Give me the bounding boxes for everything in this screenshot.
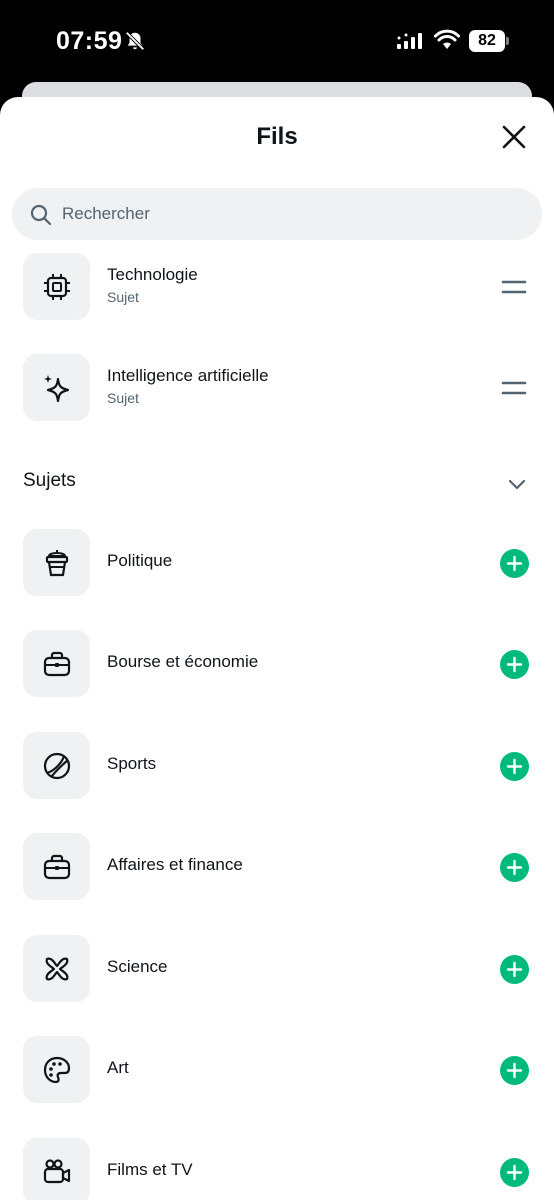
battery-tip [506, 37, 509, 45]
topic-label: Science [107, 957, 168, 976]
add-topic-button[interactable] [500, 752, 529, 781]
topic-label: Bourse et économie [107, 652, 259, 671]
sparkle-icon [44, 375, 70, 403]
add-topic-button[interactable] [500, 549, 529, 578]
podium-icon [45, 550, 69, 577]
add-icon [506, 859, 523, 876]
topic-item-politique[interactable]: Politique [0, 529, 554, 597]
topic-tile [23, 1036, 90, 1103]
add-icon [506, 1062, 523, 1079]
topic-label: Intelligence artificielle [107, 366, 269, 385]
add-icon [506, 961, 523, 978]
add-icon [506, 555, 523, 572]
topic-tile [23, 630, 90, 697]
topic-subtitle: Sujet [107, 289, 139, 305]
battery-level: 82 [469, 30, 505, 52]
add-icon [506, 1164, 523, 1181]
tennis-ball-icon [43, 752, 71, 780]
chip-icon [44, 274, 70, 300]
add-icon [506, 758, 523, 775]
palette-icon [43, 1056, 71, 1084]
topic-tile [23, 354, 90, 421]
topic-item-art[interactable]: Art [0, 1036, 554, 1104]
topic-label: Films et TV [107, 1160, 193, 1179]
signal-icon [397, 33, 422, 49]
close-icon[interactable] [498, 121, 530, 153]
topic-subtitle: Sujet [107, 390, 139, 406]
topic-tile [23, 935, 90, 1002]
add-icon [506, 656, 523, 673]
sheet-title: Fils [256, 123, 298, 150]
topic-tile [23, 833, 90, 900]
topic-item-bourse-et-economie[interactable]: Bourse et économie [0, 630, 554, 698]
topic-label: Politique [107, 551, 173, 570]
topic-tile [23, 732, 90, 799]
drag-handle-icon[interactable] [501, 279, 527, 295]
battery-indicator: 82 [469, 30, 509, 52]
topic-item-affaires-et-finance[interactable]: Affaires et finance [0, 833, 554, 901]
topic-item-films-et-tv[interactable]: Films et TV [0, 1138, 554, 1200]
briefcase-icon [43, 854, 71, 880]
topic-tile [23, 1138, 90, 1200]
feeds-sheet: Fils Technologie Su [0, 97, 554, 1200]
topic-label: Sports [107, 754, 157, 773]
add-topic-button[interactable] [500, 1056, 529, 1085]
search-input[interactable] [62, 188, 522, 240]
pinned-item-technologie[interactable]: Technologie Sujet [0, 253, 554, 321]
drag-handle-icon[interactable] [501, 380, 527, 396]
add-topic-button[interactable] [500, 1158, 529, 1187]
search-bar[interactable] [12, 188, 542, 240]
topic-label: Technologie [107, 265, 198, 284]
topic-label: Art [107, 1058, 129, 1077]
topic-item-sports[interactable]: Sports [0, 732, 554, 800]
add-topic-button[interactable] [500, 955, 529, 984]
topic-label: Affaires et finance [107, 855, 243, 874]
topic-tile [23, 253, 90, 320]
wifi-icon [434, 29, 460, 49]
section-title: Sujets [23, 470, 76, 491]
bell-muted-icon [125, 31, 145, 51]
search-icon [30, 204, 52, 226]
topic-item-science[interactable]: Science [0, 935, 554, 1003]
add-topic-button[interactable] [500, 853, 529, 882]
briefcase-icon [43, 651, 71, 677]
video-camera-icon [43, 1159, 71, 1184]
pinned-item-intelligence-artificielle[interactable]: Intelligence artificielle Sujet [0, 354, 554, 422]
status-bar: 07:59 82 [0, 0, 554, 84]
atom-icon [45, 957, 69, 981]
add-topic-button[interactable] [500, 650, 529, 679]
topic-tile [23, 529, 90, 596]
status-time: 07:59 [56, 27, 123, 55]
chevron-down-icon[interactable] [506, 474, 528, 496]
